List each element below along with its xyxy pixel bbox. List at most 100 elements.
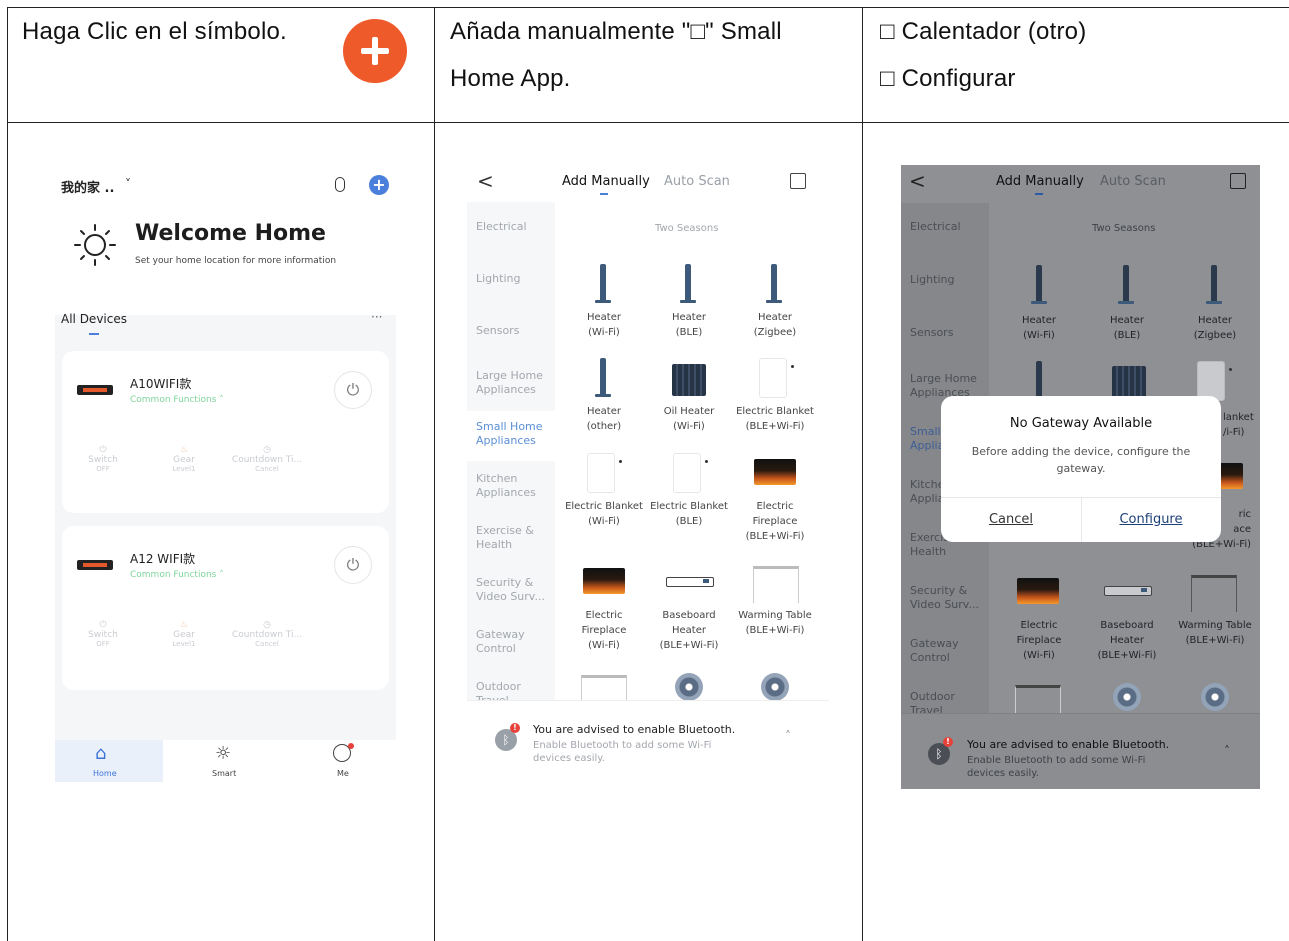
blanket-icon[interactable] bbox=[673, 453, 708, 493]
configure-button[interactable]: Configure bbox=[1081, 512, 1221, 527]
oil-heater-icon[interactable] bbox=[672, 364, 706, 396]
gear-control[interactable]: ♨ Gear Level1 bbox=[158, 445, 210, 473]
gear-control[interactable]: ♨ Gear Level1 bbox=[158, 620, 210, 648]
add-device-icon[interactable]: + bbox=[369, 175, 389, 195]
category-sensors[interactable]: Sensors bbox=[476, 324, 554, 338]
warming-table-icon[interactable] bbox=[1191, 575, 1237, 612]
tile-label[interactable]: Warming Table (BLE+Wi-Fi) bbox=[733, 608, 817, 638]
bluetooth-title: You are advised to enable Bluetooth. bbox=[967, 738, 1170, 751]
category-gateway[interactable]: Gateway Control bbox=[910, 637, 988, 665]
tab-add-manually[interactable]: Add Manually bbox=[996, 174, 1084, 189]
baseboard-icon[interactable] bbox=[666, 577, 714, 587]
scan-icon[interactable] bbox=[1230, 173, 1246, 189]
heater-icon[interactable] bbox=[595, 358, 611, 397]
blanket-icon[interactable] bbox=[587, 453, 622, 493]
tile-label[interactable]: Oil Heater (Wi-Fi) bbox=[647, 404, 731, 434]
device-card[interactable]: A10WIFI款 Common Functions ˄ ⏻ ⏻ Switch OFF… bbox=[62, 351, 389, 513]
heater-icon[interactable] bbox=[1206, 265, 1222, 304]
more-icon[interactable]: ··· bbox=[371, 310, 382, 324]
collapse-icon[interactable]: ˄ bbox=[1224, 744, 1230, 758]
common-functions-link[interactable]: Common Functions ˄ bbox=[130, 570, 224, 580]
tile-label[interactable]: Heater (Wi-Fi) bbox=[997, 313, 1081, 343]
category-lighting[interactable]: Lighting bbox=[476, 272, 554, 286]
fireplace-icon[interactable] bbox=[1219, 463, 1243, 489]
welcome-title: Welcome Home bbox=[135, 221, 326, 246]
tab-add-manually[interactable]: Add Manually bbox=[562, 174, 650, 189]
heater-icon[interactable] bbox=[1118, 265, 1134, 304]
heater-icon[interactable] bbox=[1031, 361, 1047, 400]
tab-auto-scan[interactable]: Auto Scan bbox=[1100, 174, 1166, 189]
back-icon[interactable]: < bbox=[909, 169, 926, 193]
fan-icon[interactable] bbox=[675, 673, 703, 701]
welcome-subtitle[interactable]: Set your home location for more informat… bbox=[135, 256, 336, 266]
heater-icon[interactable] bbox=[680, 264, 696, 303]
heater-icon[interactable] bbox=[595, 264, 611, 303]
tile-label[interactable]: Electric Blanket (BLE) bbox=[647, 499, 731, 529]
fireplace-icon[interactable] bbox=[754, 459, 796, 485]
heater-icon[interactable] bbox=[766, 264, 782, 303]
tile-label[interactable]: Electric Blanket (Wi-Fi) bbox=[562, 499, 646, 529]
blanket-icon[interactable] bbox=[759, 358, 794, 398]
tile-label[interactable]: Electric Fireplace (BLE+Wi-Fi) bbox=[733, 499, 817, 544]
fireplace-icon[interactable] bbox=[1017, 578, 1059, 604]
tile-label[interactable]: Electric Fireplace (Wi-Fi) bbox=[562, 608, 646, 653]
tile-label[interactable]: Heater (Zigbee) bbox=[733, 310, 817, 340]
heater-icon[interactable] bbox=[1031, 265, 1047, 304]
nav-home-label[interactable]: Home bbox=[93, 769, 117, 778]
bluetooth-banner[interactable]: ᛒ ! You are advised to enable Bluetooth.… bbox=[901, 713, 1260, 789]
category-kitchen[interactable]: Kitchen Appliances bbox=[476, 472, 554, 500]
tile-label[interactable]: Heater (BLE) bbox=[647, 310, 731, 340]
baseboard-icon[interactable] bbox=[1104, 586, 1152, 596]
power-icon[interactable]: ⏻ bbox=[334, 371, 372, 409]
cancel-button[interactable]: Cancel bbox=[941, 512, 1081, 527]
category-gateway[interactable]: Gateway Control bbox=[476, 628, 554, 656]
all-devices-tab[interactable]: All Devices bbox=[61, 312, 127, 326]
fan-icon[interactable] bbox=[1113, 683, 1141, 711]
category-lighting[interactable]: Lighting bbox=[910, 273, 988, 287]
bluetooth-banner[interactable]: ᛒ ! You are advised to enable Bluetooth.… bbox=[467, 700, 829, 777]
nav-smart-label[interactable]: Smart bbox=[212, 769, 236, 778]
category-electrical[interactable]: Electrical bbox=[476, 220, 554, 234]
tile-label[interactable]: Heater (BLE) bbox=[1085, 313, 1169, 343]
tile-label[interactable]: Electric Fireplace (Wi-Fi) bbox=[997, 618, 1081, 663]
category-large-home[interactable]: Large Home Appliances bbox=[476, 369, 554, 397]
tile-label[interactable]: Baseboard Heater (BLE+Wi-Fi) bbox=[1085, 618, 1169, 663]
tile-label[interactable]: Heater (Wi-Fi) bbox=[562, 310, 646, 340]
switch-control[interactable]: ⏻ Switch OFF bbox=[77, 445, 129, 473]
tab-auto-scan[interactable]: Auto Scan bbox=[664, 174, 730, 189]
home-dropdown-icon[interactable]: ˅ bbox=[125, 177, 131, 191]
blanket-icon[interactable] bbox=[1197, 361, 1232, 401]
tile-label[interactable]: Heater (other) bbox=[562, 404, 646, 434]
scan-icon[interactable] bbox=[790, 173, 806, 189]
countdown-control[interactable]: ◷ Countdown Ti... Cancel bbox=[222, 620, 312, 648]
power-icon[interactable]: ⏻ bbox=[334, 546, 372, 584]
fireplace-icon[interactable] bbox=[583, 568, 625, 594]
oil-heater-icon[interactable] bbox=[1112, 366, 1146, 398]
home-name[interactable]: 我的家 .. bbox=[61, 177, 114, 196]
back-icon[interactable]: < bbox=[477, 169, 494, 193]
category-sensors[interactable]: Sensors bbox=[910, 326, 988, 340]
category-small-home[interactable]: Small Applia bbox=[910, 425, 944, 453]
category-exercise[interactable]: Exercise & Health bbox=[476, 524, 554, 552]
tile-label[interactable]: Baseboard Heater (BLE+Wi-Fi) bbox=[647, 608, 731, 653]
category-security[interactable]: Security & Video Surv... bbox=[910, 584, 988, 612]
category-kitchen[interactable]: Kitche Applia bbox=[910, 478, 944, 506]
collapse-icon[interactable]: ˄ bbox=[785, 729, 791, 743]
microphone-icon[interactable] bbox=[335, 177, 345, 192]
home-icon[interactable]: ⌂ bbox=[95, 743, 106, 764]
common-functions-link[interactable]: Common Functions ˄ bbox=[130, 395, 224, 405]
smart-icon[interactable]: ☼ bbox=[215, 743, 231, 764]
category-security[interactable]: Security & Video Surv... bbox=[476, 576, 554, 604]
tile-label[interactable]: Electric Blanket (BLE+Wi-Fi) bbox=[733, 404, 817, 434]
countdown-control[interactable]: ◷ Countdown Ti... Cancel bbox=[222, 445, 312, 473]
warming-table-icon[interactable] bbox=[753, 566, 799, 603]
device-card[interactable]: A12 WIFI款 Common Functions ˄ ⏻ ⏻ Switch OF… bbox=[62, 526, 389, 690]
nav-me-label[interactable]: Me bbox=[337, 769, 349, 778]
fan-icon[interactable] bbox=[761, 673, 789, 701]
fan-icon[interactable] bbox=[1201, 683, 1229, 711]
switch-control[interactable]: ⏻ Switch OFF bbox=[77, 620, 129, 648]
tile-label[interactable]: Heater (Zigbee) bbox=[1173, 313, 1257, 343]
category-small-home[interactable]: Small Home Appliances bbox=[476, 420, 554, 448]
category-electrical[interactable]: Electrical bbox=[910, 220, 988, 234]
tile-label[interactable]: Warming Table (BLE+Wi-Fi) bbox=[1173, 618, 1257, 648]
